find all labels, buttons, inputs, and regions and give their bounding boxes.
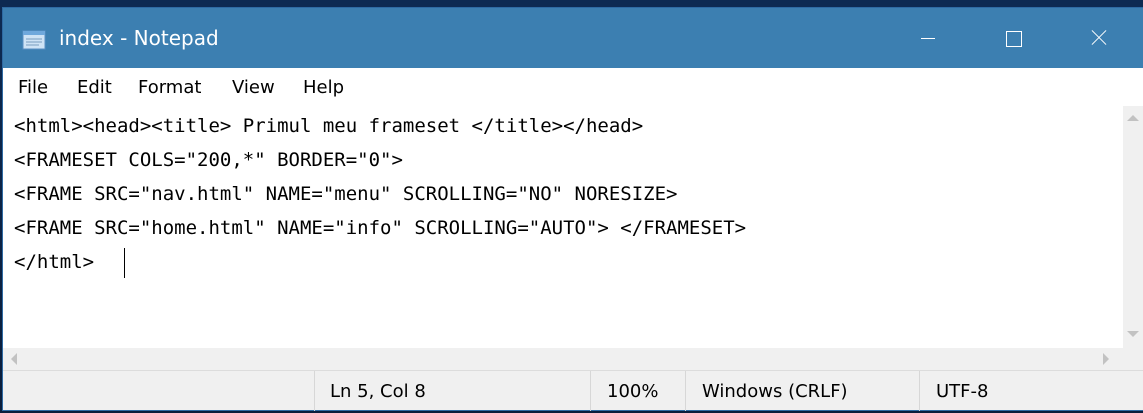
text-caret (124, 248, 125, 278)
line-ending: Windows (CRLF) (702, 381, 848, 402)
scroll-up-icon[interactable] (1127, 115, 1139, 121)
menu-edit[interactable]: Edit (77, 76, 112, 100)
notepad-icon (22, 30, 46, 50)
menu-bar: File Edit Format View Help (3, 68, 1143, 106)
notepad-window: index - Notepad File Edit Format View He… (3, 8, 1143, 411)
menu-file[interactable]: File (18, 76, 48, 100)
scrollbar-corner (1123, 348, 1143, 370)
editor-line: <FRAMESET COLS="200,*" BORDER="0"> (14, 149, 403, 171)
status-divider (685, 371, 686, 411)
horizontal-scrollbar[interactable] (3, 348, 1123, 370)
cursor-position: Ln 5, Col 8 (330, 381, 426, 402)
status-bar: Ln 5, Col 8 100% Windows (CRLF) UTF-8 (3, 370, 1143, 411)
window-title: index - Notepad (59, 26, 219, 50)
status-divider (919, 371, 920, 411)
encoding: UTF-8 (936, 381, 989, 402)
status-divider (314, 371, 315, 411)
maximize-icon[interactable] (970, 8, 1056, 68)
menu-help[interactable]: Help (303, 76, 344, 100)
menu-view[interactable]: View (232, 76, 275, 100)
menu-format[interactable]: Format (138, 76, 201, 100)
vertical-scrollbar[interactable] (1123, 106, 1143, 348)
text-editor[interactable]: <html><head><title> Primul meu frameset … (3, 106, 1123, 348)
editor-line: <html><head><title> Primul meu frameset … (14, 115, 644, 137)
minimize-icon[interactable] (884, 8, 970, 68)
status-divider (590, 371, 591, 411)
editor-line: </html> (14, 251, 95, 273)
editor-line: <FRAME SRC="home.html" NAME="info" SCROL… (14, 217, 747, 239)
scroll-down-icon[interactable] (1127, 331, 1139, 337)
zoom-level: 100% (607, 381, 659, 402)
close-icon[interactable] (1056, 8, 1142, 68)
editor-line: <FRAME SRC="nav.html" NAME="menu" SCROLL… (14, 183, 678, 205)
title-bar[interactable]: index - Notepad (3, 8, 1143, 68)
scroll-right-icon[interactable] (1103, 353, 1109, 365)
scroll-left-icon[interactable] (11, 353, 17, 365)
